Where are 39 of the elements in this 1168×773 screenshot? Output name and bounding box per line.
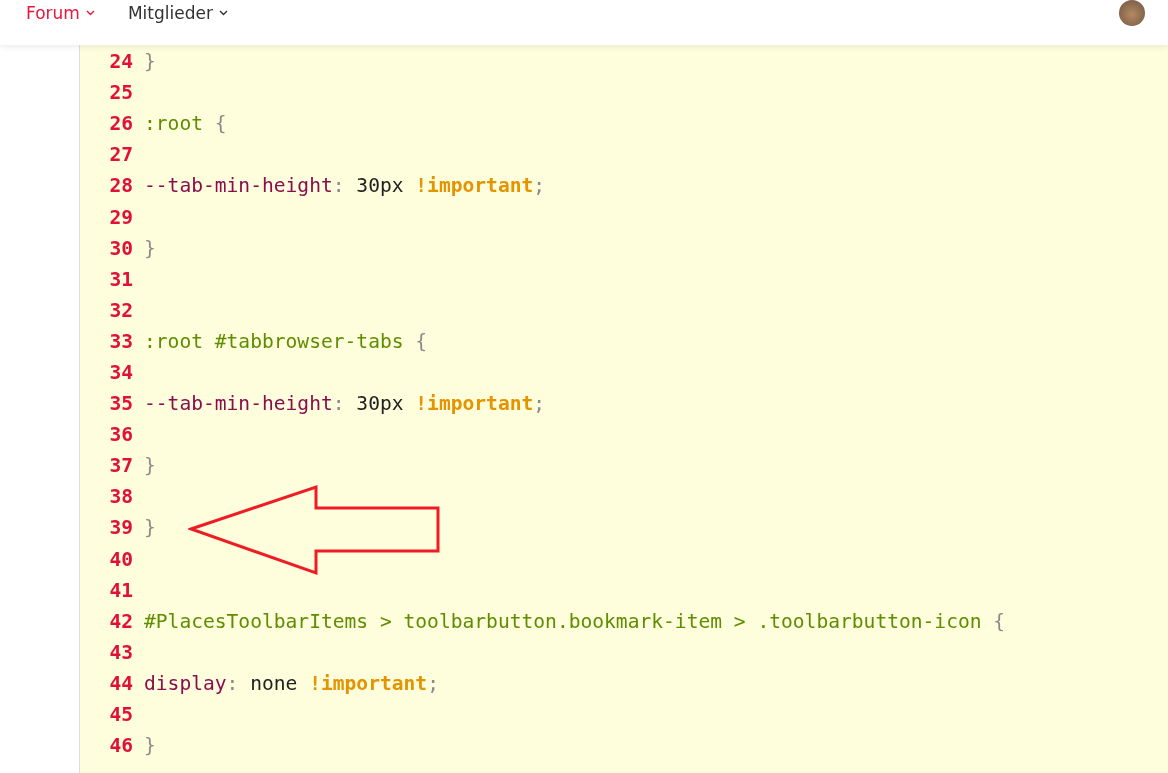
line-number: 42 bbox=[108, 609, 133, 633]
line-number: 32 bbox=[108, 298, 133, 322]
line-number: 37 bbox=[108, 454, 133, 478]
chevron-down-icon bbox=[218, 10, 228, 16]
line-number: 25 bbox=[108, 81, 133, 105]
code-line: } bbox=[144, 50, 156, 74]
line-number: 39 bbox=[108, 516, 133, 540]
code-line: } bbox=[144, 236, 156, 260]
code-line: display: none !important; bbox=[144, 671, 439, 695]
line-number: 45 bbox=[108, 703, 133, 726]
code-line: --tab-min-height: 30px !important; bbox=[144, 392, 546, 416]
line-number: 46 bbox=[108, 734, 133, 758]
line-number: 31 bbox=[108, 267, 133, 291]
code-line: } bbox=[144, 734, 156, 758]
line-number: 28 bbox=[108, 174, 133, 198]
line-number: 24 bbox=[108, 50, 133, 74]
line-number: 36 bbox=[108, 423, 133, 447]
line-number: 34 bbox=[108, 361, 133, 384]
line-number: 26 bbox=[108, 112, 133, 136]
line-number: 38 bbox=[108, 485, 133, 509]
code-line: #PlacesToolbarItems > toolbarbutton.bookmark-item > .toolbarbutton-icon { bbox=[144, 609, 1006, 633]
line-number: 33 bbox=[108, 329, 133, 353]
code-line: :root { bbox=[144, 112, 227, 136]
code-line: } bbox=[144, 516, 156, 540]
code-line: } bbox=[144, 454, 156, 478]
code-line: --tab-min-height: 30px !important; bbox=[144, 174, 546, 198]
line-number: 40 bbox=[108, 547, 133, 571]
nav-menu-link[interactable]: Mitglieder bbox=[127, 2, 228, 24]
line-number: 30 bbox=[108, 236, 133, 260]
nav-menu-link[interactable]: Forum bbox=[26, 2, 95, 24]
line-number: 43 bbox=[108, 640, 133, 664]
line-number: 29 bbox=[108, 205, 133, 229]
code-line: :root #tabbrowser-tabs { bbox=[144, 329, 428, 353]
avatar-icon[interactable] bbox=[1119, 0, 1145, 26]
chevron-down-icon bbox=[85, 10, 95, 16]
line-number: 35 bbox=[108, 392, 133, 416]
line-number: 41 bbox=[108, 578, 133, 602]
line-number: 44 bbox=[108, 671, 133, 695]
line-number: 27 bbox=[108, 143, 133, 167]
